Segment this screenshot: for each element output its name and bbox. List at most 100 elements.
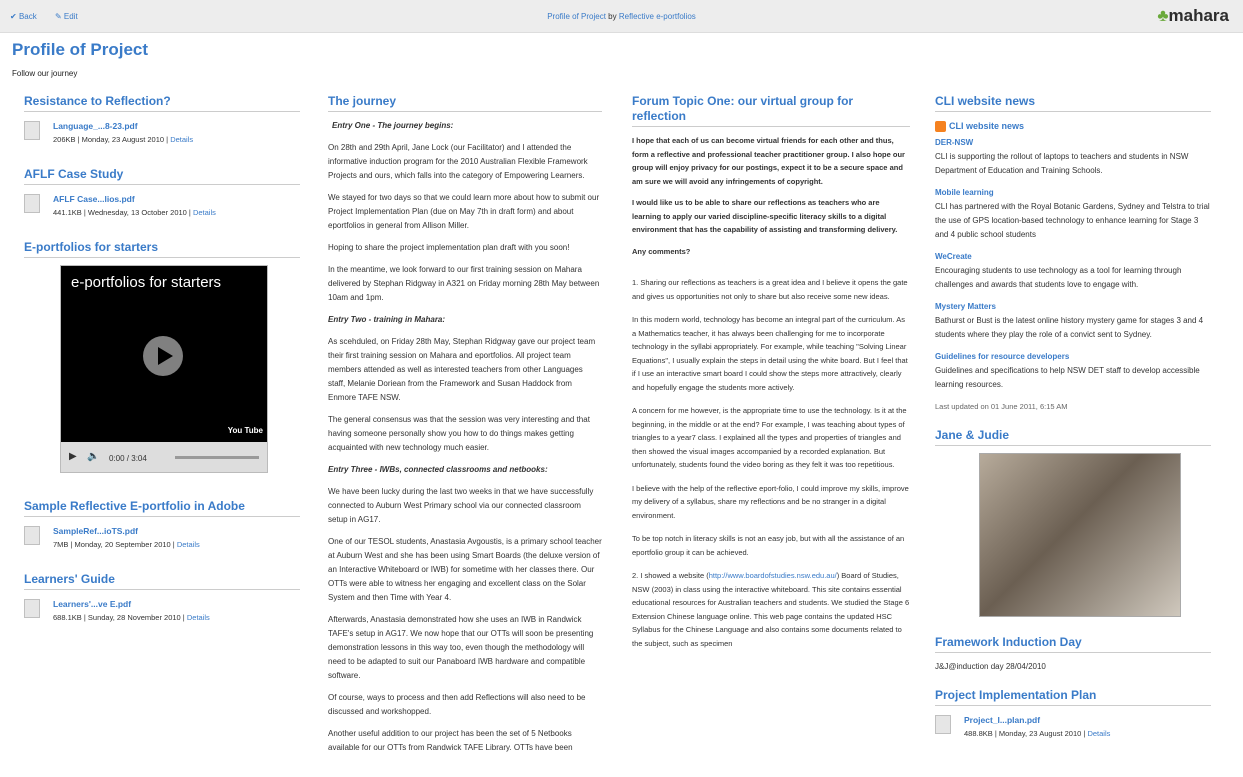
file-item: AFLF Case...lios.pdf 441.1KB | Wednesday… (24, 192, 300, 220)
forum-text: ) Board of Studies, NSW (2003) in class … (632, 571, 910, 648)
block-title-learners: Learners' Guide (24, 572, 300, 590)
video-title: e-portfolios for starters (71, 274, 222, 291)
block-title-cli: CLI website news (935, 94, 1211, 112)
top-bar: ✔ Back ✎ Edit Profile of Project by Refl… (0, 0, 1243, 33)
file-icon (24, 194, 40, 213)
news-desc: CLI is supporting the rollout of laptops… (935, 152, 1189, 175)
forum-bold-text: Any comments? (632, 246, 691, 256)
feed-title-link[interactable]: CLI website news (949, 121, 1024, 131)
journal-paragraph: One of our TESOL students, Anastasia Avg… (328, 537, 602, 602)
news-title-link[interactable]: Mystery Matters (935, 300, 1211, 314)
file-icon (24, 599, 40, 618)
journal-paragraph: We have been lucky during the last two w… (328, 487, 594, 524)
video-controls: ▶ 🔈 0:00 / 3:04 (61, 442, 267, 472)
details-link[interactable]: Details (170, 135, 193, 144)
seek-slider[interactable] (175, 456, 259, 459)
column-3: Forum Topic One: our virtual group for r… (632, 94, 910, 660)
column-1: Resistance to Reflection? Language_...8-… (24, 94, 300, 645)
forum-paragraph: I believe with the help of the reflectiv… (632, 483, 909, 520)
owner-link[interactable]: Reflective e-portfolios (619, 12, 696, 21)
file-meta: 206KB | Monday, 23 August 2010 | (53, 135, 169, 144)
logo-text: mahara (1168, 6, 1229, 25)
feed-updated: Last updated on 01 June 2011, 6:15 AM (935, 402, 1068, 411)
column-4: CLI website news CLI website news DER-NS… (935, 94, 1211, 761)
news-desc: Guidelines and specifications to help NS… (935, 366, 1200, 389)
journal-paragraph: In the meantime, we look forward to our … (328, 265, 600, 302)
news-title-link[interactable]: Mobile learning (935, 186, 1211, 200)
file-meta: 488.8KB | Monday, 23 August 2010 | (964, 729, 1086, 738)
leaf-icon: ♣ (1157, 6, 1169, 25)
block-title-framework: Framework Induction Day (935, 635, 1211, 653)
news-desc: Encouraging students to use technology a… (935, 266, 1182, 289)
block-title-aflf: AFLF Case Study (24, 167, 300, 185)
page-title: Profile of Project (12, 40, 149, 59)
journal-heading: Entry Three - IWBs, connected classrooms… (328, 465, 548, 474)
file-meta: 688.1KB | Sunday, 28 November 2010 | (53, 613, 185, 622)
forum-paragraph: 1. Sharing our reflections as teachers i… (632, 278, 908, 301)
news-title-link[interactable]: Guidelines for resource developers (935, 350, 1211, 364)
board-of-studies-link[interactable]: http://www.boardofstudies.nsw.edu.au/ (709, 571, 837, 580)
block-title-pip: Project Implementation Plan (935, 688, 1211, 706)
journal-paragraph: The general consensus was that the sessi… (328, 415, 590, 452)
journal-paragraph: Hoping to share the project implementati… (328, 243, 570, 252)
jane-judie-photo (979, 453, 1181, 617)
file-name-link[interactable]: Project_I...plan.pdf (964, 713, 1110, 727)
view-title: Profile of Project by Reflective e-portf… (0, 12, 1243, 21)
file-meta: 441.1KB | Wednesday, 13 October 2010 | (53, 208, 191, 217)
forum-paragraph: A concern for me however, is the appropr… (632, 406, 907, 469)
view-title-by: by (608, 12, 617, 21)
file-item: Learners'...ve E.pdf 688.1KB | Sunday, 2… (24, 597, 300, 625)
file-name-link[interactable]: AFLF Case...lios.pdf (53, 192, 216, 206)
news-title-link[interactable]: DER-NSW (935, 136, 1211, 150)
block-title-eportfolios: E-portfolios for starters (24, 240, 300, 258)
block-title-resistance: Resistance to Reflection? (24, 94, 300, 112)
block-title-jane: Jane & Judie (935, 428, 1211, 446)
block-title-forum: Forum Topic One: our virtual group for r… (632, 94, 910, 127)
video-time: 0:00 / 3:04 (109, 454, 147, 463)
journal-paragraph: Of course, ways to process and then add … (328, 693, 586, 716)
framework-caption: J&J@induction day 28/04/2010 (935, 662, 1046, 671)
journal-heading: Entry Two - training in Mahara: (328, 315, 446, 324)
file-name-link[interactable]: Language_...8-23.pdf (53, 119, 193, 133)
page-intro: Follow our journey (12, 69, 78, 78)
journal-paragraph: Afterwards, Anastasia demonstrated how s… (328, 615, 594, 680)
file-icon (24, 526, 40, 545)
details-link[interactable]: Details (193, 208, 216, 217)
forum-paragraph: To be top notch in literacy skills is no… (632, 534, 905, 557)
forum-text: 2. I showed a website ( (632, 571, 709, 580)
block-title-sample: Sample Reflective E-portfolio in Adobe (24, 499, 300, 517)
play-icon[interactable] (143, 336, 183, 376)
news-item: Mobile learning CLI has partnered with t… (935, 186, 1211, 242)
mahara-logo[interactable]: ♣mahara (1157, 6, 1229, 26)
journal-heading: Entry One - The journey begins: (332, 121, 454, 130)
view-title-link[interactable]: Profile of Project (547, 12, 606, 21)
volume-icon[interactable]: 🔈 (87, 450, 99, 464)
news-desc: Bathurst or Bust is the latest online hi… (935, 316, 1204, 339)
forum-paragraph: 2. I showed a website (http://www.boardo… (632, 569, 910, 650)
block-title-journey: The journey (328, 94, 602, 112)
details-link[interactable]: Details (177, 540, 200, 549)
forum-paragraph: In this modern world, technology has bec… (632, 315, 908, 392)
news-item: WeCreate Encouraging students to use tec… (935, 250, 1211, 292)
news-item: DER-NSW CLI is supporting the rollout of… (935, 136, 1211, 178)
journal-paragraph: We stayed for two days so that we could … (328, 193, 600, 230)
file-item: Language_...8-23.pdf 206KB | Monday, 23 … (24, 119, 300, 147)
news-desc: CLI has partnered with the Royal Botanic… (935, 202, 1210, 239)
play-button-icon[interactable]: ▶ (69, 450, 77, 464)
video-screen[interactable]: e-portfolios for starters You Tube (61, 266, 267, 442)
video-player[interactable]: e-portfolios for starters You Tube ▶ 🔈 0… (60, 265, 268, 473)
column-2: The journey Entry One - The journey begi… (328, 94, 602, 763)
file-icon (24, 121, 40, 140)
file-item: SampleRef...ioTS.pdf 7MB | Monday, 20 Se… (24, 524, 300, 552)
file-name-link[interactable]: Learners'...ve E.pdf (53, 597, 210, 611)
rss-icon (935, 121, 946, 133)
file-item: Project_I...plan.pdf 488.8KB | Monday, 2… (935, 713, 1211, 741)
youtube-logo: You Tube (227, 426, 263, 435)
file-name-link[interactable]: SampleRef...ioTS.pdf (53, 524, 200, 538)
news-title-link[interactable]: WeCreate (935, 250, 1211, 264)
file-icon (935, 715, 951, 734)
forum-bold-text: I hope that each of us can become virtua… (632, 136, 905, 186)
details-link[interactable]: Details (187, 613, 210, 622)
details-link[interactable]: Details (1087, 729, 1110, 738)
journal-paragraph: Another useful addition to our project h… (328, 729, 573, 752)
